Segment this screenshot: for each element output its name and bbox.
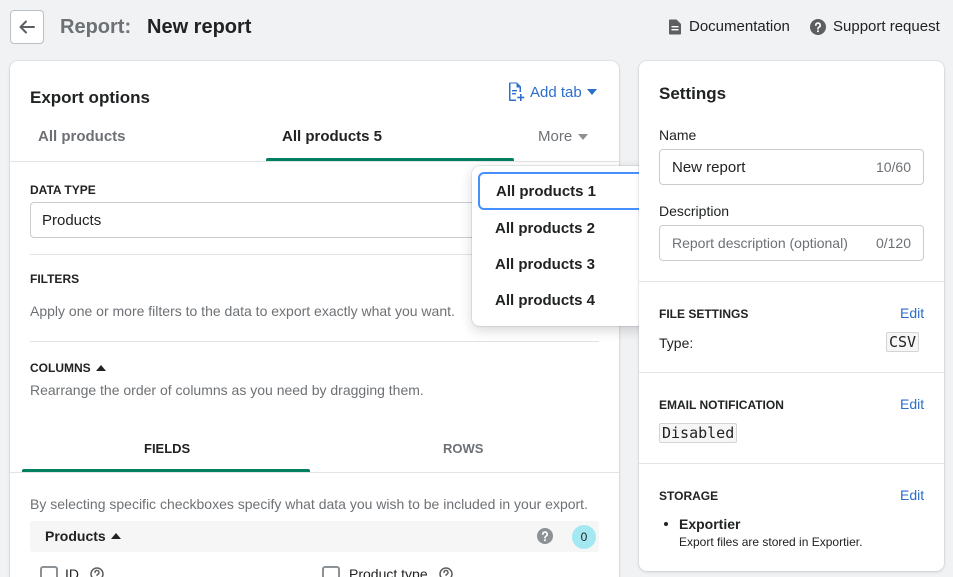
email-notification-edit-link[interactable]: Edit xyxy=(900,396,924,412)
field-checkbox-id[interactable] xyxy=(40,566,58,577)
email-notification-label: EMAIL NOTIFICATION xyxy=(659,398,784,412)
document-icon xyxy=(669,19,681,34)
products-group-label: Products xyxy=(45,528,106,544)
storage-label: STORAGE xyxy=(659,489,719,503)
settings-card: Settings Name New report 10/60 Descripti… xyxy=(639,61,944,571)
description-placeholder: Report description (optional) xyxy=(672,235,848,251)
support-request-label: Support request xyxy=(833,18,940,35)
products-group-header[interactable]: Products 0 xyxy=(30,521,599,552)
tabs-divider xyxy=(10,161,619,162)
subtab-fields[interactable]: FIELDS xyxy=(144,441,190,456)
file-settings-divider xyxy=(639,372,944,373)
document-add-icon xyxy=(509,82,525,101)
subtab-rows[interactable]: ROWS xyxy=(443,441,483,456)
filters-description: Apply one or more filters to the data to… xyxy=(30,303,455,319)
filters-label: FILTERS xyxy=(30,272,80,286)
question-circle-icon[interactable] xyxy=(537,528,553,544)
question-circle-icon[interactable] xyxy=(439,567,453,577)
file-type-value: CSV xyxy=(886,332,920,352)
support-request-link[interactable]: Support request xyxy=(810,18,940,35)
storage-item-title: Exportier xyxy=(679,516,741,532)
name-field[interactable]: New report 10/60 xyxy=(659,149,924,185)
field-label-id: ID xyxy=(65,566,79,577)
export-options-title: Export options xyxy=(30,88,150,107)
question-circle-icon xyxy=(810,18,826,35)
subtabs-divider xyxy=(10,472,619,473)
file-type-label: Type: xyxy=(659,335,694,351)
more-tabs-button[interactable]: More xyxy=(538,128,589,145)
question-circle-icon[interactable] xyxy=(90,567,104,577)
page-title-prefix: Report: xyxy=(60,16,132,38)
fields-description: By selecting specific checkboxes specify… xyxy=(30,496,588,512)
file-settings-edit-link[interactable]: Edit xyxy=(900,305,924,321)
filters-divider xyxy=(30,341,599,342)
field-checkbox-product-type[interactable] xyxy=(322,566,340,577)
add-tab-button[interactable]: Add tab xyxy=(507,82,597,102)
products-group-toggle[interactable]: Products xyxy=(45,528,121,544)
description-label: Description xyxy=(659,203,730,219)
field-label-product-type: Product type xyxy=(349,566,428,577)
caret-down-icon xyxy=(578,133,589,140)
columns-toggle[interactable]: COLUMNS xyxy=(30,361,106,375)
caret-down-icon xyxy=(586,89,597,95)
columns-description: Rearrange the order of columns as you ne… xyxy=(30,382,424,398)
caret-up-icon xyxy=(110,533,121,539)
data-type-label: DATA TYPE xyxy=(30,183,96,197)
documentation-label: Documentation xyxy=(689,18,790,35)
add-tab-label: Add tab xyxy=(530,83,582,101)
menu-item-all-products-1[interactable]: All products 1 xyxy=(478,172,651,210)
back-button[interactable] xyxy=(10,10,44,44)
selected-count-badge: 0 xyxy=(572,525,596,549)
more-tabs-menu: All products 1 All products 2 All produc… xyxy=(472,166,657,326)
name-label: Name xyxy=(659,127,697,143)
name-char-count: 10/60 xyxy=(875,159,911,175)
data-type-select[interactable]: Products xyxy=(30,202,490,238)
email-notification-value: Disabled xyxy=(659,423,738,443)
caret-up-icon xyxy=(95,365,106,371)
arrow-left-icon xyxy=(19,20,35,34)
file-settings-label: FILE SETTINGS xyxy=(659,307,749,321)
email-notification-divider xyxy=(639,463,944,464)
menu-item-all-products-2[interactable]: All products 2 xyxy=(478,209,651,247)
storage-item-description: Export files are stored in Exportier. xyxy=(679,535,863,549)
storage-edit-link[interactable]: Edit xyxy=(900,487,924,503)
bullet-dot xyxy=(664,522,668,526)
documentation-link[interactable]: Documentation xyxy=(668,18,790,35)
name-value: New report xyxy=(672,158,746,176)
more-tabs-label: More xyxy=(538,128,573,145)
settings-divider xyxy=(639,281,944,282)
menu-item-all-products-3[interactable]: All products 3 xyxy=(478,245,651,283)
menu-item-all-products-4[interactable]: All products 4 xyxy=(478,281,651,319)
page-title: New report xyxy=(147,16,252,38)
data-type-value: Products xyxy=(42,211,102,229)
description-char-count: 0/120 xyxy=(875,235,911,251)
tab-all-products-5[interactable]: All products 5 xyxy=(282,128,382,145)
columns-label: COLUMNS xyxy=(30,361,91,375)
description-field[interactable]: Report description (optional) 0/120 xyxy=(659,225,924,261)
tab-all-products[interactable]: All products xyxy=(38,128,126,145)
settings-title: Settings xyxy=(659,84,727,103)
